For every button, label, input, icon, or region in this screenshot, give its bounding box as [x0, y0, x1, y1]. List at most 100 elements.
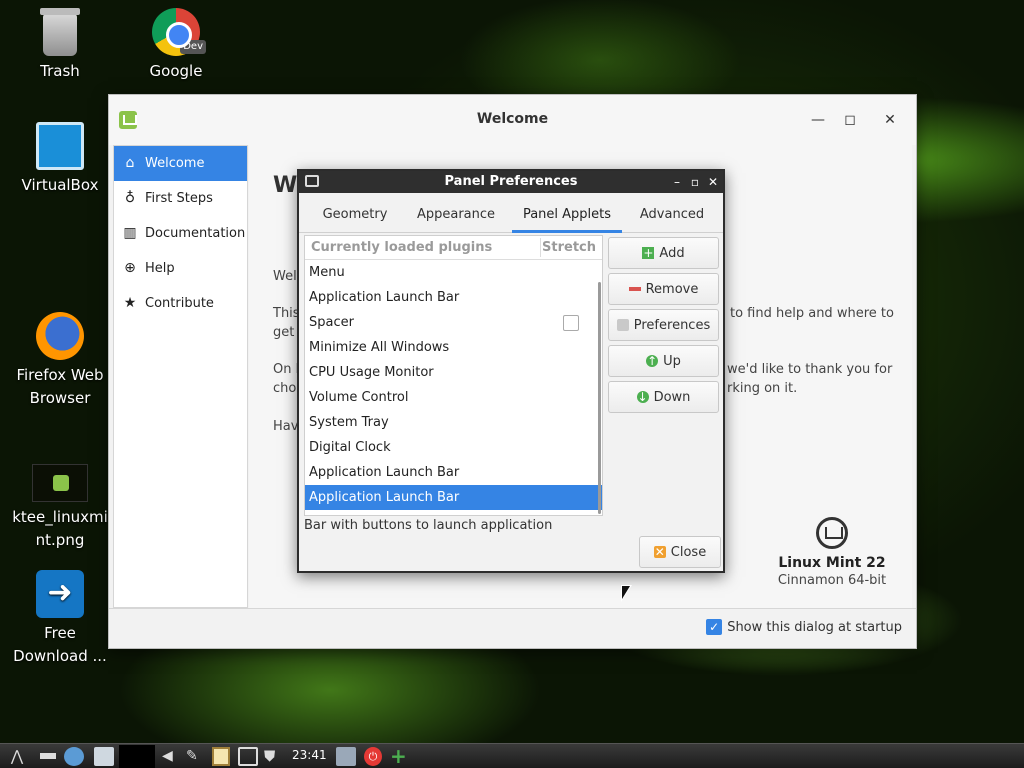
start-menu-icon[interactable]: ⋀	[6, 747, 28, 766]
distro-edition: Cinnamon 64-bit	[777, 573, 887, 588]
plugin-row-selected[interactable]: Application Launch Bar	[305, 485, 602, 510]
desktop-icon-virtualbox[interactable]: VirtualBox	[5, 122, 115, 197]
plugin-name: Minimize All Windows	[309, 340, 450, 355]
add-button[interactable]: + Add	[608, 237, 719, 269]
plugin-row[interactable]: Volume Control	[305, 385, 602, 410]
star-icon: ★	[123, 295, 137, 311]
mouse-cursor	[621, 585, 632, 602]
add-launcher-icon[interactable]: +	[390, 746, 408, 766]
sidebar-item-first-steps[interactable]: ♁ First Steps	[114, 181, 247, 216]
plugin-row[interactable]: Digital Clock	[305, 435, 602, 460]
clipboard-icon[interactable]	[212, 747, 230, 766]
stretch-checkbox[interactable]	[563, 315, 579, 331]
plugin-list[interactable]: Currently loaded plugins Stretch Menu Ap…	[304, 235, 603, 516]
plugin-name: Application Launch Bar	[309, 290, 460, 305]
dialog-titlebar[interactable]: Panel Preferences – ▫ ✕	[299, 171, 723, 193]
desktop-icon-label: ktee_linuxmint.png	[12, 508, 108, 549]
up-button[interactable]: ↑ Up	[608, 345, 719, 377]
sidebar-item-help[interactable]: ⊕ Help	[114, 251, 247, 286]
plus-icon: +	[642, 246, 655, 260]
plugin-row[interactable]: System Tray	[305, 410, 602, 435]
shield-icon[interactable]: ⛊	[264, 747, 284, 766]
column-divider	[540, 238, 541, 257]
add-button-label: Add	[659, 245, 685, 261]
power-icon[interactable]: ⏻	[364, 747, 382, 766]
plugin-row[interactable]: CPU Usage Monitor	[305, 360, 602, 385]
minus-icon	[628, 287, 641, 291]
welcome-footer: ✓ Show this dialog at startup	[109, 608, 916, 648]
plugin-name: Application Launch Bar	[309, 490, 460, 505]
preferences-button[interactable]: Preferences	[608, 309, 719, 341]
plugin-name: Application Launch Bar	[309, 465, 460, 480]
digital-clock[interactable]: 23:41	[292, 748, 327, 762]
volume-icon[interactable]: ◀	[162, 747, 180, 766]
free-download-manager-icon	[36, 570, 84, 618]
lightbulb-icon: ♁	[124, 190, 136, 206]
down-button[interactable]: ↓ Down	[608, 381, 719, 413]
web-browser-icon[interactable]	[64, 747, 84, 766]
remove-button-label: Remove	[645, 281, 699, 297]
tab-bar: Geometry Appearance Panel Applets Advanc…	[299, 193, 723, 233]
show-at-startup-label: Show this dialog at startup	[727, 619, 902, 635]
desktop-icon-label: Google Chrome (u...	[149, 62, 203, 80]
tab-advanced[interactable]: Advanced	[632, 193, 712, 233]
close-button[interactable]: ✕	[877, 107, 903, 133]
desktop-icon-chrome[interactable]: Dev Google Chrome (u...	[121, 8, 231, 83]
tab-appearance[interactable]: Appearance	[409, 193, 503, 233]
dev-badge: Dev	[180, 40, 206, 54]
sidebar-item-label: First Steps	[145, 191, 213, 206]
checkbox-checked-icon[interactable]: ✓	[706, 619, 723, 635]
welcome-paragraph: Hav	[273, 419, 299, 434]
tab-geometry[interactable]: Geometry	[313, 193, 397, 233]
window-title: Welcome	[476, 111, 549, 127]
plugin-row[interactable]: Application Launch Bar	[305, 460, 602, 485]
plugin-row[interactable]: Menu	[305, 260, 602, 285]
remove-button[interactable]: Remove	[608, 273, 719, 305]
tray-app-icon[interactable]	[238, 747, 258, 766]
maximize-button[interactable]: ◻	[837, 107, 863, 133]
vertical-scrollbar[interactable]	[598, 282, 601, 514]
welcome-paragraph: we'd like to thank you for	[727, 362, 893, 377]
chrome-dev-icon: Dev	[152, 8, 206, 56]
sidebar-item-documentation[interactable]: ▥ Documentation	[114, 216, 247, 251]
taskbar: ⋀ ◀ ✎ ⛊ 23:41 ⏻ +	[0, 743, 1024, 768]
plugin-row[interactable]: Spacer	[305, 310, 602, 335]
plugin-list-header: Currently loaded plugins Stretch	[305, 236, 602, 260]
plugin-name: CPU Usage Monitor	[309, 365, 434, 380]
close-button[interactable]: ✕	[705, 173, 721, 191]
distro-name: Linux Mint 22	[778, 555, 886, 571]
sidebar-item-label: Help	[145, 261, 175, 276]
cpu-usage-monitor	[119, 745, 155, 768]
maximize-button[interactable]: ▫	[687, 173, 703, 191]
desktop-launcher-icon[interactable]	[336, 747, 356, 766]
column-header-plugins[interactable]: Currently loaded plugins	[311, 240, 492, 255]
column-header-stretch[interactable]: Stretch	[542, 240, 596, 255]
up-button-label: Up	[663, 353, 681, 369]
minimize-button[interactable]: —	[805, 107, 831, 133]
show-at-startup-toggle[interactable]: ✓ Show this dialog at startup	[706, 619, 902, 635]
minimize-button[interactable]: –	[669, 173, 685, 191]
sidebar-item-contribute[interactable]: ★ Contribute	[114, 286, 247, 321]
minimize-all-icon[interactable]	[40, 753, 56, 759]
plugin-row[interactable]: Application Launch Bar	[305, 285, 602, 310]
desktop-icon-screenshot[interactable]: ktee_linuxmint.png	[5, 456, 115, 552]
dialog-title: Panel Preferences	[444, 174, 578, 189]
arrow-up-icon: ↑	[646, 354, 659, 368]
file-manager-icon[interactable]	[94, 747, 114, 766]
welcome-titlebar[interactable]: Welcome — ◻ ✕	[109, 95, 916, 145]
sidebar-item-welcome[interactable]: ⌂ Welcome	[114, 146, 247, 181]
plugin-name: Volume Control	[309, 390, 409, 405]
desktop-icon-firefox[interactable]: Firefox Web Browser	[5, 312, 115, 410]
desktop-icon-fdm[interactable]: Free Download ...	[5, 570, 115, 668]
sidebar-item-label: Documentation	[145, 226, 246, 241]
close-dialog-button[interactable]: ✕ Close	[639, 536, 721, 568]
tab-panel-applets[interactable]: Panel Applets	[512, 193, 622, 233]
preferences-icon	[616, 319, 629, 331]
desktop-icon-trash[interactable]: Trash	[5, 8, 115, 83]
panel-preferences-dialog: Panel Preferences – ▫ ✕ Geometry Appeara…	[297, 169, 725, 573]
plugin-row[interactable]: Minimize All Windows	[305, 335, 602, 360]
network-icon[interactable]: ✎	[186, 747, 204, 766]
desktop-icon-label: Firefox Web Browser	[16, 366, 104, 407]
trash-icon	[40, 8, 80, 56]
desktop-icon-label: Free Download ...	[13, 624, 107, 665]
